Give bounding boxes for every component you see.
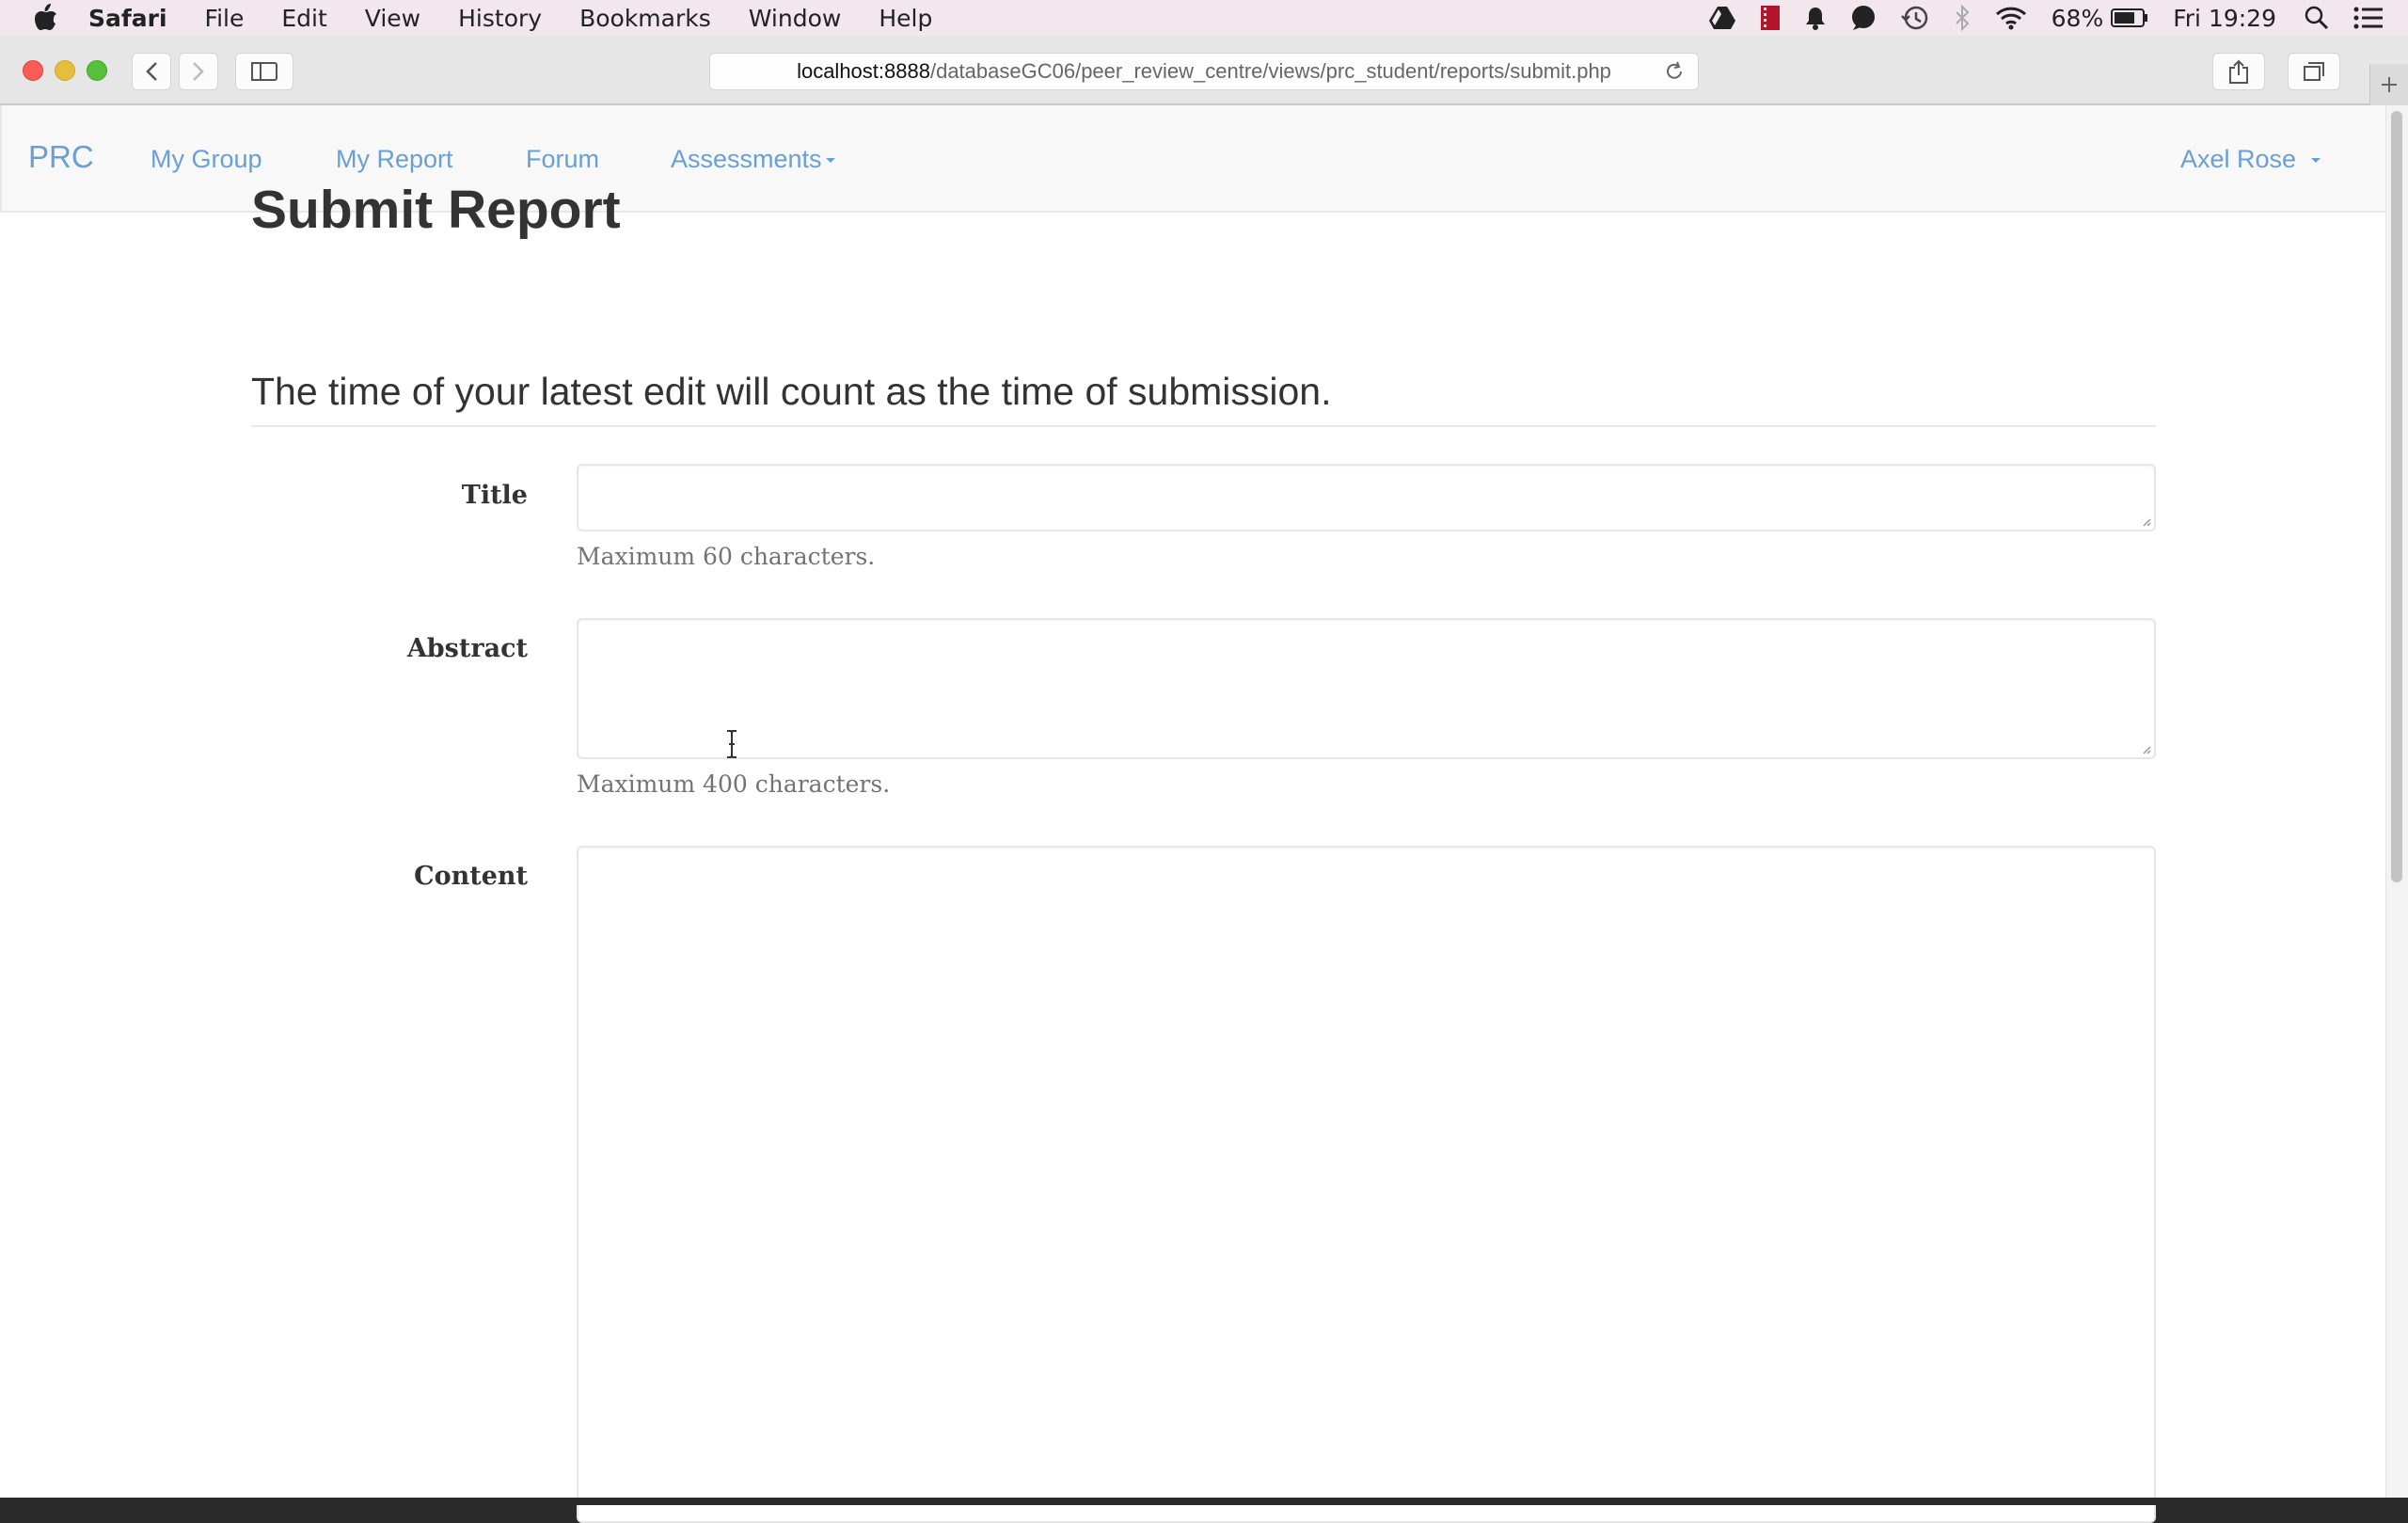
content-label: Content <box>414 862 528 891</box>
notification-center-icon[interactable] <box>2353 0 2384 36</box>
clock[interactable]: Fri 19:29 <box>2173 5 2276 32</box>
back-button[interactable] <box>132 53 171 90</box>
stopwatch-icon[interactable] <box>1760 0 1781 36</box>
apple-icon[interactable] <box>32 2 60 34</box>
nav-assessments-label: Assessments <box>671 145 822 173</box>
menu-help[interactable]: Help <box>879 5 932 32</box>
content-textarea[interactable] <box>577 846 2156 1523</box>
menu-file[interactable]: File <box>205 5 245 32</box>
speech-bubble-icon[interactable] <box>1850 0 1877 36</box>
menu-window[interactable]: Window <box>749 5 842 32</box>
spotlight-search-icon[interactable] <box>2305 0 2329 36</box>
close-window-button[interactable] <box>23 60 43 81</box>
window-bottom-edge <box>0 1498 2408 1505</box>
address-bar[interactable]: localhost:8888/databaseGC06/peer_review_… <box>709 53 1699 90</box>
menu-edit[interactable]: Edit <box>281 5 326 32</box>
url-host: localhost:8888 <box>797 59 930 83</box>
user-name: Axel Rose <box>2180 145 2297 173</box>
menu-app-safari[interactable]: Safari <box>88 5 167 32</box>
header-divider <box>251 425 2156 427</box>
new-tab-button[interactable] <box>2369 64 2408 105</box>
fullscreen-window-button[interactable] <box>87 60 107 81</box>
status-area: 68% Fri 19:29 <box>1708 0 2408 36</box>
sidebar-toggle-button[interactable] <box>235 53 293 90</box>
chevron-left-icon <box>146 62 157 81</box>
brand-link[interactable]: PRC <box>28 139 94 175</box>
reload-icon <box>1667 61 1682 79</box>
bluetooth-icon[interactable] <box>1954 0 1971 36</box>
scrollbar-thumb[interactable] <box>2391 111 2402 882</box>
forward-button[interactable] <box>179 53 218 90</box>
time-machine-icon[interactable] <box>1900 0 1929 36</box>
reload-button[interactable] <box>1660 57 1688 86</box>
resize-grip-icon[interactable] <box>2140 743 2151 754</box>
chevron-right-icon <box>193 62 204 81</box>
caret-down-icon <box>2310 158 2321 164</box>
nav-assessments-dropdown[interactable]: Assessments <box>671 145 835 174</box>
sidebar-icon <box>251 62 277 81</box>
nav-my-report[interactable]: My Report <box>336 145 453 174</box>
battery-percent: 68% <box>2051 4 2104 32</box>
title-help-text: Maximum 60 characters. <box>577 543 876 570</box>
macos-menu-bar: Safari File Edit View History Bookmarks … <box>0 0 2408 36</box>
page-scrollbar[interactable] <box>2385 105 2408 1498</box>
resize-grip-icon[interactable] <box>2140 516 2151 527</box>
tabs-overview-icon <box>2304 62 2324 81</box>
page-subtitle: The time of your latest edit will count … <box>251 370 1332 413</box>
menu-history[interactable]: History <box>458 5 542 32</box>
browser-toolbar: localhost:8888/databaseGC06/peer_review_… <box>0 36 2408 105</box>
text-cursor-icon <box>727 730 737 758</box>
nav-forum[interactable]: Forum <box>526 145 599 174</box>
wifi-icon[interactable] <box>1995 0 2027 36</box>
url-path: /databaseGC06/peer_review_centre/views/p… <box>929 59 1611 83</box>
abstract-label: Abstract <box>406 634 528 663</box>
abstract-textarea[interactable] <box>577 618 2156 759</box>
page-title: Submit Report <box>251 180 621 240</box>
menu-bookmarks[interactable]: Bookmarks <box>579 5 711 32</box>
menu-view[interactable]: View <box>365 5 420 32</box>
battery-icon[interactable] <box>2111 0 2148 36</box>
title-textarea[interactable] <box>577 464 2156 531</box>
share-button[interactable] <box>2212 53 2265 90</box>
user-menu-dropdown[interactable]: Axel Rose <box>2180 145 2321 174</box>
share-icon <box>2229 59 2248 84</box>
show-all-tabs-button[interactable] <box>2288 53 2340 90</box>
minimize-window-button[interactable] <box>55 60 75 81</box>
nav-my-group[interactable]: My Group <box>150 145 262 174</box>
plus-icon <box>2382 77 2397 92</box>
google-drive-icon[interactable] <box>1708 0 1735 36</box>
abstract-help-text: Maximum 400 characters. <box>577 770 891 798</box>
caret-down-icon <box>825 158 835 164</box>
title-label: Title <box>461 481 528 510</box>
notification-bell-icon[interactable] <box>1805 0 1826 36</box>
